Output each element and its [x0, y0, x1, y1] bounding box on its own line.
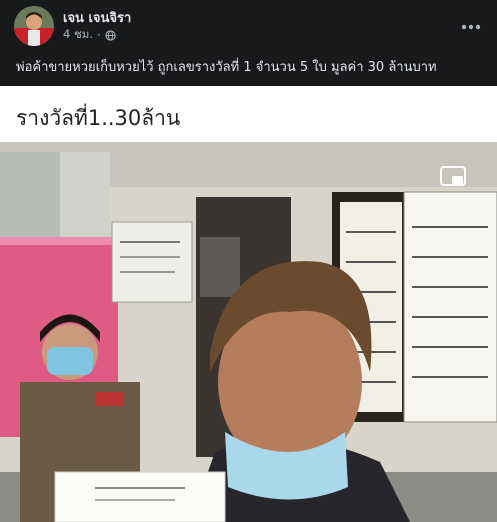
post-time[interactable]: 4 ชม. [63, 26, 93, 44]
video-frame [0, 142, 497, 522]
globe-icon[interactable] [105, 29, 116, 41]
author-name[interactable]: เจน เจนจิรา [63, 7, 131, 28]
post-header: เจน เจนจิรา 4 ชม. · [0, 0, 497, 48]
avatar[interactable] [14, 6, 54, 46]
video-title: รางวัลที่1..30ล้าน [16, 106, 181, 130]
video-player[interactable]: รางวัลที่1..30ล้าน [0, 86, 497, 522]
picture-in-picture-icon [440, 166, 466, 192]
post-meta: 4 ชม. · [63, 26, 116, 44]
post-text: พ่อค้าขายหวยเก็บหวยไว้ ถูกเลขรางวัลที่ 1… [16, 60, 437, 75]
meta-separator: · [97, 28, 101, 42]
picture-in-picture-button[interactable] [440, 166, 466, 188]
more-options-button[interactable] [457, 10, 485, 38]
more-horizontal-icon [461, 15, 481, 34]
